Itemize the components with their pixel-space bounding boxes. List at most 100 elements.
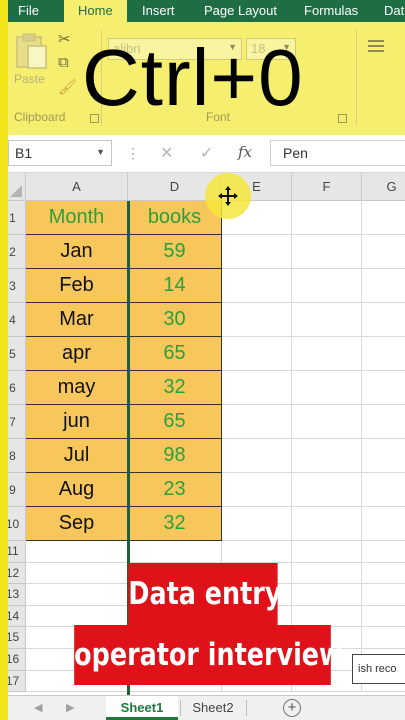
sheet-tab-bar: ◀ ▶ Sheet1 Sheet2 + — [0, 695, 405, 720]
tab-page-layout[interactable]: Page Layout — [204, 3, 277, 18]
tab-divider — [246, 700, 247, 716]
table-cell[interactable] — [222, 269, 292, 303]
cell-books[interactable]: 30 — [128, 303, 222, 337]
insert-function-icon[interactable]: fx — [238, 143, 252, 161]
table-cell[interactable] — [222, 303, 292, 337]
ribbon-tab-bar: File Home Insert Page Layout Formulas Da… — [0, 0, 405, 24]
table-cell[interactable] — [362, 541, 405, 563]
table-cell[interactable] — [26, 584, 128, 606]
table-cell[interactable] — [222, 337, 292, 371]
table-cell[interactable] — [292, 371, 362, 405]
cell-books[interactable]: 65 — [128, 405, 222, 439]
shortcut-overlay-title: Ctrl+0 — [82, 33, 304, 122]
table-cell[interactable] — [222, 371, 292, 405]
cell-month[interactable]: Sep — [26, 507, 128, 541]
name-box[interactable]: B1 ▼ — [8, 140, 112, 166]
table-cell[interactable] — [292, 541, 362, 563]
table-cell[interactable] — [292, 337, 362, 371]
cell-month[interactable]: Mar — [26, 303, 128, 337]
tab-data[interactable]: Dat — [384, 3, 404, 18]
table-cell[interactable] — [362, 606, 405, 628]
copy-icon[interactable]: ⧉ — [58, 54, 69, 71]
paste-icon[interactable] — [14, 32, 48, 70]
table-cell[interactable] — [222, 405, 292, 439]
cell-month[interactable]: may — [26, 371, 128, 405]
table-cell[interactable] — [362, 303, 405, 337]
cell-month[interactable]: Feb — [26, 269, 128, 303]
table-cell[interactable] — [222, 541, 292, 563]
table-cell[interactable] — [292, 405, 362, 439]
table-cell[interactable] — [292, 235, 362, 269]
cell-month[interactable]: apr — [26, 337, 128, 371]
cell-month[interactable]: jun — [26, 405, 128, 439]
table-cell[interactable] — [292, 269, 362, 303]
format-painter-icon[interactable]: 🖌 — [58, 78, 77, 96]
cell-books[interactable]: 59 — [128, 235, 222, 269]
name-box-value: B1 — [15, 145, 33, 161]
column-header-g[interactable]: G — [362, 173, 405, 201]
table-cell[interactable] — [362, 371, 405, 405]
edge-stripe — [0, 0, 8, 720]
table-cell[interactable] — [362, 405, 405, 439]
move-cursor — [205, 173, 251, 219]
table-cell[interactable] — [292, 201, 362, 235]
prev-sheet-icon[interactable]: ◀ — [34, 701, 42, 714]
check-icon[interactable]: ✓ — [200, 143, 213, 163]
table-cell[interactable] — [292, 584, 362, 606]
table-cell[interactable] — [292, 507, 362, 541]
cell-month[interactable]: Aug — [26, 473, 128, 507]
table-cell[interactable] — [222, 507, 292, 541]
column-header-f[interactable]: F — [292, 173, 362, 201]
cell-month[interactable]: Jan — [26, 235, 128, 269]
move-cursor-icon — [218, 186, 238, 206]
align-icon[interactable] — [368, 40, 384, 55]
close-icon[interactable]: ✕ — [160, 143, 173, 163]
group-divider — [356, 30, 357, 126]
font-launcher-icon[interactable] — [338, 114, 347, 123]
table-cell[interactable] — [292, 562, 362, 585]
cell-books[interactable]: 65 — [128, 337, 222, 371]
table-cell[interactable] — [362, 235, 405, 269]
caption-line-1: Data entry — [128, 563, 281, 625]
tab-formulas[interactable]: Formulas — [304, 3, 358, 18]
table-cell[interactable] — [362, 584, 405, 606]
next-sheet-icon[interactable]: ▶ — [66, 701, 74, 714]
clipboard-group: Paste ✂ ⧉ 🖌 Clipboard — [8, 26, 99, 126]
sheet-tab-sheet1[interactable]: Sheet1 — [106, 696, 178, 720]
column-header-a[interactable]: A — [26, 173, 128, 201]
table-cell[interactable] — [362, 473, 405, 507]
table-cell[interactable] — [222, 235, 292, 269]
table-cell[interactable] — [362, 337, 405, 371]
cell-books[interactable]: 32 — [128, 507, 222, 541]
table-cell[interactable] — [26, 541, 128, 563]
table-cell[interactable] — [292, 439, 362, 473]
formula-input[interactable]: Pen — [270, 140, 405, 166]
table-cell[interactable] — [362, 627, 405, 649]
table-cell[interactable] — [362, 563, 405, 585]
name-box-dropdown-icon[interactable]: ▼ — [96, 147, 105, 157]
cell-books[interactable]: 98 — [128, 439, 222, 473]
cell-books[interactable]: 14 — [128, 269, 222, 303]
cell-month[interactable]: Jul — [26, 439, 128, 473]
cell-books[interactable]: 23 — [128, 473, 222, 507]
cut-icon[interactable]: ✂ — [58, 30, 71, 48]
tab-file[interactable]: File — [18, 3, 39, 18]
add-sheet-icon[interactable]: + — [283, 699, 301, 717]
table-cell[interactable] — [362, 439, 405, 473]
table-cell[interactable] — [362, 507, 405, 541]
table-cell[interactable] — [222, 473, 292, 507]
table-cell[interactable] — [362, 269, 405, 303]
table-cell[interactable] — [292, 473, 362, 507]
tab-insert[interactable]: Insert — [142, 3, 175, 18]
cell-books[interactable]: 32 — [128, 371, 222, 405]
table-cell[interactable] — [26, 562, 128, 585]
table-cell[interactable] — [362, 201, 405, 235]
table-cell[interactable] — [222, 439, 292, 473]
clipboard-group-label: Clipboard — [14, 110, 66, 124]
tab-home[interactable]: Home — [64, 0, 127, 24]
table-cell[interactable] — [128, 541, 222, 563]
header-cell-month[interactable]: Month — [26, 201, 128, 235]
table-cell[interactable] — [292, 303, 362, 337]
paste-label[interactable]: Paste — [14, 72, 45, 86]
sheet-tab-sheet2[interactable]: Sheet2 — [182, 696, 244, 720]
